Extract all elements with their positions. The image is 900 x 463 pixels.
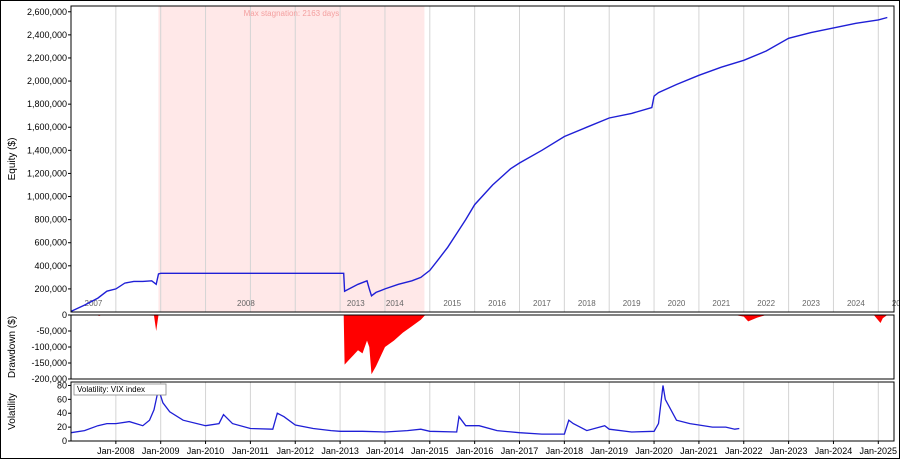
x-tick-label: Jan-2012 xyxy=(276,446,314,456)
year-label: 2018 xyxy=(578,299,596,308)
x-tick-label: Jan-2014 xyxy=(366,446,404,456)
vix-y-axis-label: Volatility xyxy=(7,393,18,430)
drawdown-plot-area xyxy=(71,315,894,379)
x-tick-label: Jan-2018 xyxy=(546,446,584,456)
x-tick-label: Jan-2008 xyxy=(97,446,135,456)
x-tick-label: Jan-2013 xyxy=(321,446,359,456)
stagnation-label: Max stagnation: 2163 days xyxy=(244,9,340,18)
chart-window: Max stagnation: 2163 days 2007 2008 2013 20… xyxy=(0,0,900,459)
year-label: 2025 xyxy=(892,299,899,308)
vix-y-ticks: 0 20 40 60 80 xyxy=(57,380,71,446)
equity-y-tick-label: 1,400,000 xyxy=(27,145,67,155)
x-tick-label: Jan-2010 xyxy=(187,446,225,456)
year-label: 2024 xyxy=(847,299,865,308)
vix-panel: 0 20 40 60 80 Volatility: VIX index Volatili… xyxy=(7,380,897,456)
equity-y-axis-label: Equity ($) xyxy=(7,138,18,181)
equity-y-tick-label: 1,000,000 xyxy=(27,192,67,202)
equity-y-tick-label: 200,000 xyxy=(34,284,67,294)
vix-y-tick-label: 20 xyxy=(57,422,67,432)
drawdown-panel: 0-50,000-100,000-150,000-200,000 Drawdow… xyxy=(7,310,895,384)
x-tick-label: Jan-2017 xyxy=(501,446,539,456)
year-label: 2014 xyxy=(386,299,404,308)
vix-plot-area xyxy=(71,382,894,441)
x-tick-label: Jan-2022 xyxy=(725,446,763,456)
x-tick-label: Jan-2015 xyxy=(411,446,449,456)
year-label: 2016 xyxy=(488,299,506,308)
drawdown-y-ticks: 0-50,000-100,000-150,000-200,000 xyxy=(31,310,71,384)
chart-svg: Max stagnation: 2163 days 2007 2008 2013 20… xyxy=(7,5,900,456)
vix-y-tick-label: 0 xyxy=(62,436,67,446)
vix-legend-label: Volatility: VIX index xyxy=(77,385,145,394)
vix-y-tick-label: 40 xyxy=(57,408,67,418)
equity-y-tick-label: 2,200,000 xyxy=(27,53,67,63)
x-tick-label: Jan-2019 xyxy=(590,446,628,456)
year-label: 2020 xyxy=(668,299,686,308)
year-label: 2022 xyxy=(757,299,775,308)
vix-y-tick-label: 80 xyxy=(57,380,67,390)
x-axis-tick-labels: Jan-2008 Jan-2009 Jan-2010 Jan-2011 Jan-2012… xyxy=(97,441,897,456)
x-tick-label: Jan-2016 xyxy=(456,446,494,456)
drawdown-y-tick-label: -150,000 xyxy=(31,358,67,368)
equity-y-tick-label: 1,800,000 xyxy=(27,99,67,109)
x-tick-label: Jan-2025 xyxy=(860,446,898,456)
equity-y-tick-label: 2,600,000 xyxy=(27,7,67,17)
equity-y-tick-label: 800,000 xyxy=(34,215,67,225)
equity-y-tick-label: 400,000 xyxy=(34,261,67,271)
drawdown-y-tick-label: -50,000 xyxy=(36,326,67,336)
year-label: 2021 xyxy=(712,299,730,308)
drawdown-y-tick-label: 0 xyxy=(62,310,67,320)
x-tick-label: Jan-2024 xyxy=(815,446,853,456)
year-label: 2023 xyxy=(802,299,820,308)
year-label: 2013 xyxy=(347,299,365,308)
equity-y-tick-label: 1,200,000 xyxy=(27,168,67,178)
equity-y-ticks: 200,000 400,000 600,000 800,000 1,000,000 1,2… xyxy=(27,7,71,294)
drawdown-y-axis-label: Drawdown ($) xyxy=(7,316,18,378)
x-tick-label: Jan-2021 xyxy=(680,446,718,456)
equity-y-tick-label: 1,600,000 xyxy=(27,122,67,132)
x-tick-label: Jan-2020 xyxy=(635,446,673,456)
drawdown-y-tick-label: -100,000 xyxy=(31,342,67,352)
x-tick-label: Jan-2011 xyxy=(232,446,269,456)
equity-y-tick-label: 600,000 xyxy=(34,238,67,248)
equity-panel: Max stagnation: 2163 days 2007 2008 2013 20… xyxy=(7,5,900,313)
x-tick-label: Jan-2023 xyxy=(770,446,808,456)
x-tick-label: Jan-2009 xyxy=(142,446,180,456)
equity-y-tick-label: 2,400,000 xyxy=(27,30,67,40)
year-label: 2008 xyxy=(237,299,255,308)
year-label: 2015 xyxy=(443,299,461,308)
year-label: 2017 xyxy=(533,299,551,308)
vix-y-tick-label: 60 xyxy=(57,394,67,404)
year-label: 2019 xyxy=(623,299,641,308)
equity-y-tick-label: 2,000,000 xyxy=(27,76,67,86)
